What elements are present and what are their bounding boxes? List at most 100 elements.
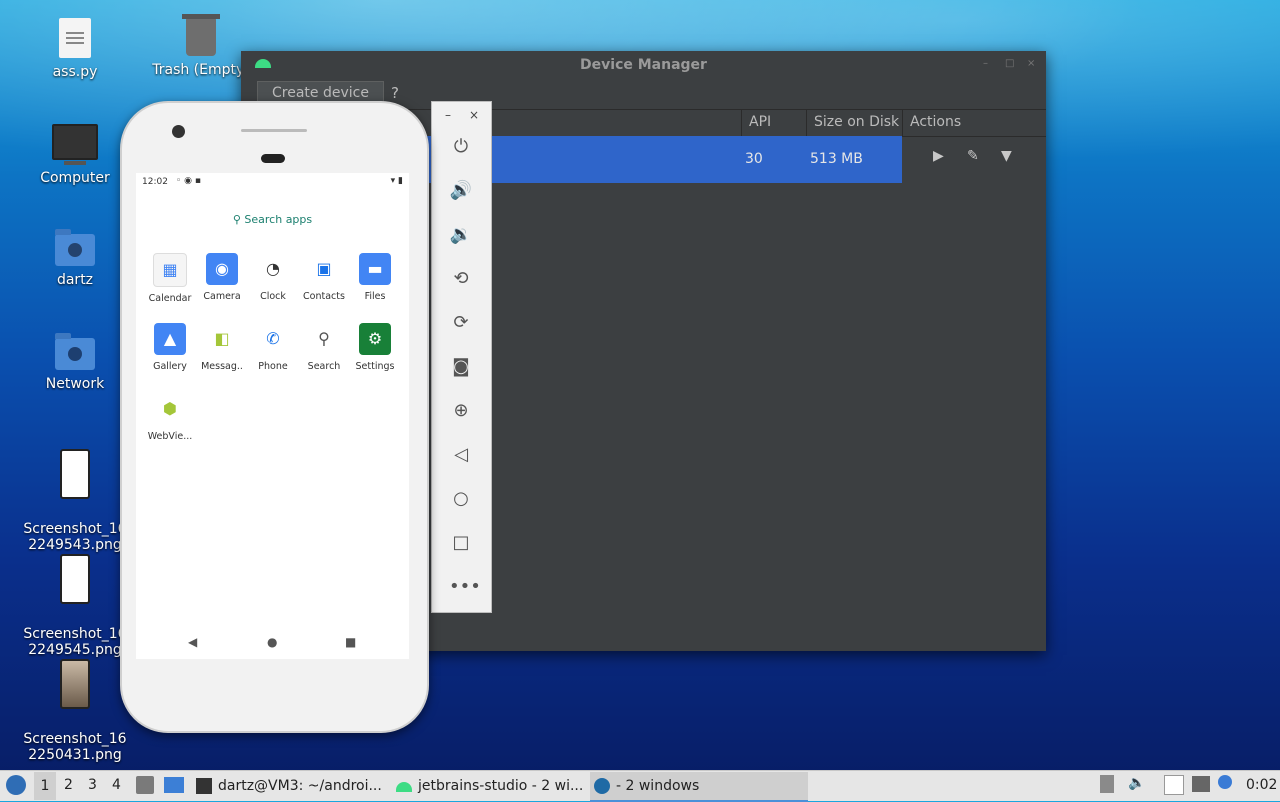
zoom-icon[interactable]: ⊕: [449, 399, 473, 423]
rotate-left-icon[interactable]: ⟲: [449, 267, 473, 291]
files-icon: ▬: [359, 253, 391, 285]
app-contacts[interactable]: ▣ Contacts: [298, 253, 350, 302]
column-size[interactable]: Size on Disk: [814, 114, 899, 130]
app-label: Files: [364, 291, 386, 302]
app-messaging[interactable]: ◧ Messag..: [196, 323, 248, 372]
desktop-icon-screenshot-3[interactable]: Screenshot_16 2250431.png: [20, 643, 130, 779]
power-icon[interactable]: ⏻: [449, 135, 473, 159]
desktop-icon-computer[interactable]: Computer: [20, 124, 130, 186]
minimize-button[interactable]: –: [983, 59, 993, 69]
nav-back-icon[interactable]: ◀: [188, 635, 197, 649]
workspace-2[interactable]: 2: [64, 777, 73, 793]
app-camera[interactable]: ◉ Camera: [196, 253, 248, 302]
messaging-icon: ◧: [206, 323, 238, 355]
front-camera: [172, 125, 185, 138]
notification-icons: ◦ ◉ ▪: [176, 176, 201, 186]
app-settings[interactable]: ⚙ Settings: [349, 323, 401, 372]
nav-overview-icon[interactable]: ■: [345, 635, 356, 649]
task-terminal[interactable]: dartz@VM3: ~/androi...: [192, 772, 408, 800]
window-title: Device Manager: [580, 57, 707, 73]
search-apps-field[interactable]: ⚲ Search apps: [136, 213, 409, 226]
home-icon[interactable]: ○: [449, 487, 473, 511]
emulator-close-button[interactable]: ×: [469, 108, 479, 122]
camera-app-icon: ◉: [206, 253, 238, 285]
phone-emulator: 12:02 ◦ ◉ ▪ ▾ ▮ ⚲ Search apps ▦ Calendar…: [120, 101, 429, 733]
back-icon[interactable]: ◁: [449, 443, 473, 467]
app-clock[interactable]: ◔ Clock: [247, 253, 299, 302]
app-webview[interactable]: ⬢ WebVie...: [144, 393, 196, 442]
window-titlebar[interactable]: Device Manager – □ ×: [241, 51, 1046, 79]
phone-screen[interactable]: 12:02 ◦ ◉ ▪ ▾ ▮ ⚲ Search apps ▦ Calendar…: [136, 173, 409, 659]
task-emulator[interactable]: - 2 windows: [590, 772, 808, 802]
android-icon: [396, 782, 412, 792]
python-file-icon: [59, 18, 91, 58]
phone-nav-bar: ◀ ● ■: [136, 635, 409, 655]
desktop-icon-label: Trash (Empty): [152, 62, 250, 78]
gallery-icon: ▲: [154, 323, 186, 355]
desktop-icon-ass-py[interactable]: ass.py: [20, 18, 130, 80]
network-icon[interactable]: [1192, 776, 1210, 792]
notification-icon[interactable]: [1218, 775, 1232, 789]
desktop-icon-network[interactable]: Network: [20, 333, 130, 392]
app-calendar[interactable]: ▦ Calendar: [144, 253, 196, 304]
trash-icon: [182, 14, 220, 56]
row-api: 30: [745, 151, 763, 167]
network-folder-icon: [55, 333, 95, 370]
eject-icon[interactable]: [1100, 775, 1114, 793]
file-manager-icon[interactable]: [136, 776, 154, 794]
camera-icon[interactable]: ◙: [449, 355, 473, 379]
volume-down-icon[interactable]: 🔉: [449, 223, 473, 247]
close-button[interactable]: ×: [1027, 59, 1037, 69]
app-phone[interactable]: ✆ Phone: [247, 323, 299, 372]
nav-home-icon[interactable]: ●: [267, 635, 277, 649]
contacts-icon: ▣: [308, 253, 340, 285]
rotate-right-icon[interactable]: ⟳: [449, 311, 473, 335]
desktop-icon-label: ass.py: [52, 64, 98, 80]
terminal-icon: [196, 778, 212, 794]
signal-battery-icon: ▾ ▮: [390, 176, 403, 186]
app-label: Clock: [260, 291, 286, 302]
app-label: Calendar: [148, 293, 192, 304]
start-menu-icon[interactable]: [6, 775, 26, 795]
workspace-3[interactable]: 3: [88, 777, 97, 793]
home-folder-icon: [55, 229, 95, 266]
earpiece: [261, 154, 285, 163]
launch-button[interactable]: ▶: [933, 148, 944, 164]
search-apps-label: Search apps: [244, 213, 313, 226]
app-search[interactable]: ⚲ Search: [298, 323, 350, 372]
maximize-button[interactable]: □: [1005, 59, 1015, 69]
desktop-icon-label: dartz: [56, 272, 94, 288]
volume-icon[interactable]: 🔈: [1128, 775, 1145, 791]
app-label: Settings: [355, 361, 395, 372]
show-desktop-icon[interactable]: [164, 777, 184, 793]
desktop-icon-label: Computer: [40, 170, 110, 186]
volume-up-icon[interactable]: 🔊: [449, 179, 473, 203]
clock[interactable]: 0:02: [1246, 777, 1277, 793]
task-label: jetbrains-studio - 2 wi...: [418, 778, 584, 794]
phone-icon: ✆: [257, 323, 289, 355]
image-file-icon: [60, 554, 90, 604]
column-actions: Actions: [910, 114, 962, 130]
desktop-icon-trash[interactable]: Trash (Empty): [146, 14, 256, 78]
search-icon: ⚲: [232, 213, 241, 226]
more-icon[interactable]: •••: [449, 575, 481, 599]
row-size: 513 MB: [810, 151, 863, 167]
desktop-icon-label: Network: [45, 376, 105, 392]
help-button[interactable]: ?: [391, 84, 399, 102]
overview-icon[interactable]: □: [449, 531, 473, 555]
edit-button[interactable]: ✎: [967, 148, 979, 164]
column-api[interactable]: API: [749, 114, 771, 130]
clipboard-icon[interactable]: [1164, 775, 1184, 795]
desktop-icon-dartz[interactable]: dartz: [20, 229, 130, 288]
emulator-minimize-button[interactable]: –: [445, 108, 451, 122]
app-label: Camera: [203, 291, 241, 302]
workspace-1[interactable]: 1: [34, 772, 56, 800]
app-files[interactable]: ▬ Files: [349, 253, 401, 302]
app-label: Contacts: [303, 291, 345, 302]
emulator-icon: [594, 778, 610, 794]
workspace-4[interactable]: 4: [112, 777, 121, 793]
app-gallery[interactable]: ▲ Gallery: [144, 323, 196, 372]
task-label: dartz@VM3: ~/androi...: [218, 778, 382, 794]
more-actions-button[interactable]: ▼: [1001, 148, 1012, 164]
task-android-studio[interactable]: jetbrains-studio - 2 wi...: [392, 772, 610, 800]
